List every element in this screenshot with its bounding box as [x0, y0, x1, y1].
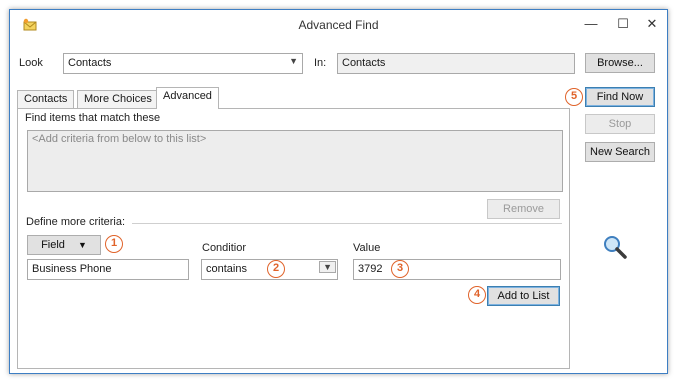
tab-advanced[interactable]: Advanced — [156, 87, 219, 109]
window-title: Advanced Find — [298, 18, 379, 32]
chevron-down-icon: ▼ — [319, 261, 336, 273]
remove-button[interactable]: Remove — [487, 199, 560, 219]
chevron-down-icon: ▼ — [289, 56, 298, 66]
step-badge-4: 4 — [468, 286, 486, 304]
advanced-panel: Find items that match these <Add criteri… — [17, 108, 570, 369]
define-more-label: Define more criteria: — [26, 216, 126, 228]
divider — [132, 223, 562, 224]
tab-more-choices[interactable]: More Choices — [77, 90, 159, 109]
tab-contacts[interactable]: Contacts — [17, 90, 75, 109]
value-input[interactable]: 3792 — [353, 259, 561, 280]
caret-down-icon: ▼ — [77, 240, 87, 250]
find-items-label: Find items that match these — [25, 112, 161, 124]
stop-button[interactable]: Stop — [585, 114, 655, 134]
advanced-find-window: Advanced Find — ☐ ✕ Look Contacts ▼ In: … — [9, 9, 668, 374]
field-button-label: Field — [41, 239, 65, 251]
condition-value: contains — [206, 263, 247, 275]
condition-label: Conditior — [202, 242, 247, 254]
browse-button[interactable]: Browse... — [585, 53, 655, 73]
step-badge-3: 3 — [391, 260, 409, 278]
value-label: Value — [353, 242, 381, 254]
maximize-button[interactable]: ☐ — [610, 14, 636, 34]
field-button[interactable]: Field ▼ — [27, 235, 101, 255]
find-now-button[interactable]: Find Now — [585, 87, 655, 107]
step-badge-1: 1 — [105, 235, 123, 253]
minimize-button[interactable]: — — [578, 14, 604, 34]
in-field: Contacts — [337, 53, 575, 74]
new-search-button[interactable]: New Search — [585, 142, 655, 162]
look-label: Look — [19, 57, 43, 69]
step-badge-5: 5 — [565, 88, 583, 106]
add-to-list-button[interactable]: Add to List — [487, 286, 560, 306]
criteria-placeholder: <Add criteria from below to this list> — [32, 133, 207, 145]
look-dropdown[interactable]: Contacts ▼ — [63, 53, 303, 74]
field-input[interactable]: Business Phone — [27, 259, 189, 280]
title-bar: Advanced Find — ☐ ✕ — [10, 10, 667, 40]
criteria-list[interactable]: <Add criteria from below to this list> — [27, 130, 563, 192]
look-value: Contacts — [68, 57, 112, 69]
in-label: In: — [314, 57, 327, 69]
step-badge-2: 2 — [267, 260, 285, 278]
close-button[interactable]: ✕ — [639, 14, 665, 34]
magnifier-search-icon — [604, 236, 627, 259]
